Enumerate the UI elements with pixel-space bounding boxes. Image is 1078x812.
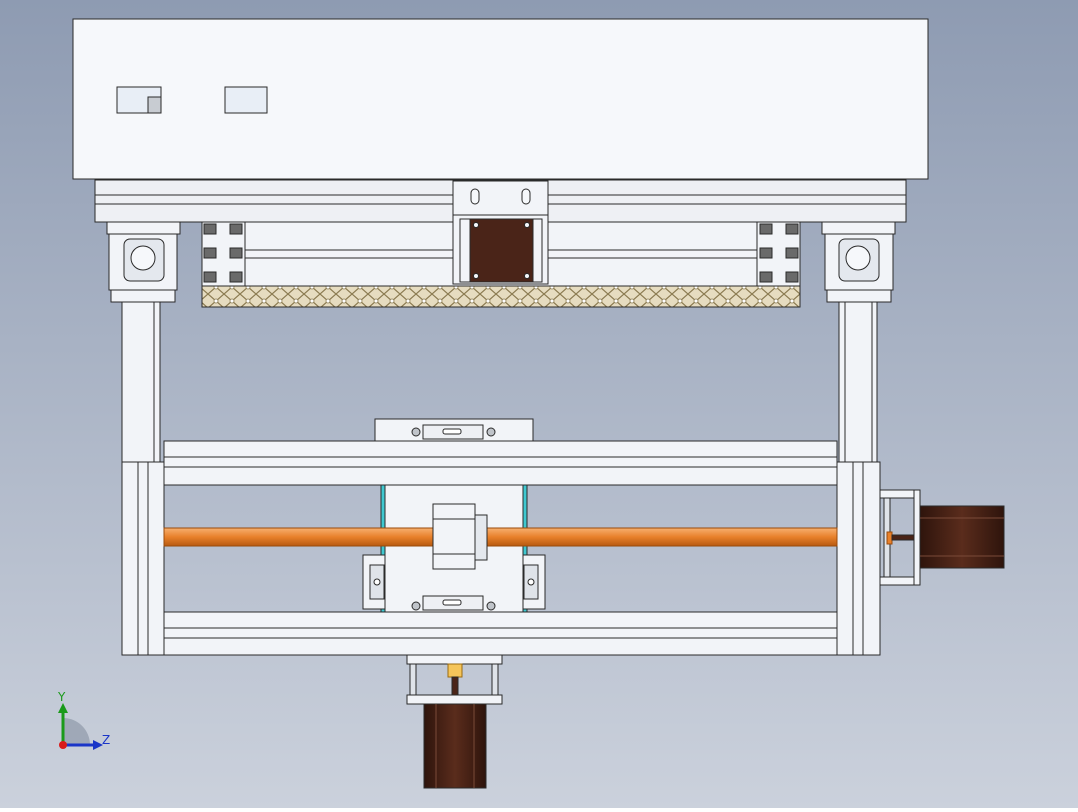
y-axis-label: Y: [57, 690, 66, 704]
bearing-block-left: [106, 221, 181, 303]
frame-post-left: [121, 461, 165, 656]
z-axis-label: Z: [102, 733, 110, 747]
profile-section-strip: [201, 285, 801, 308]
right-stepper-motor: [919, 505, 1005, 569]
guide-column-right: [838, 301, 878, 463]
top-cover-plate: [72, 18, 929, 180]
frame-clamp-plate: [374, 418, 534, 442]
x-axis-dot: [59, 741, 67, 749]
bearing-block-right: [821, 221, 896, 303]
frame-bottom-rail: [163, 611, 838, 656]
assembly-drawing: Y Z: [0, 0, 1078, 808]
carriage-bottom-clamp: [411, 595, 496, 611]
bottom-stepper-motor: [423, 703, 487, 789]
ball-screw: [163, 527, 838, 547]
frame-post-right: [836, 461, 881, 656]
top-motor-face: [469, 218, 534, 283]
frame-top-rail: [163, 440, 838, 486]
cad-viewport[interactable]: Y Z: [0, 0, 1078, 808]
guide-column-left: [121, 301, 161, 463]
